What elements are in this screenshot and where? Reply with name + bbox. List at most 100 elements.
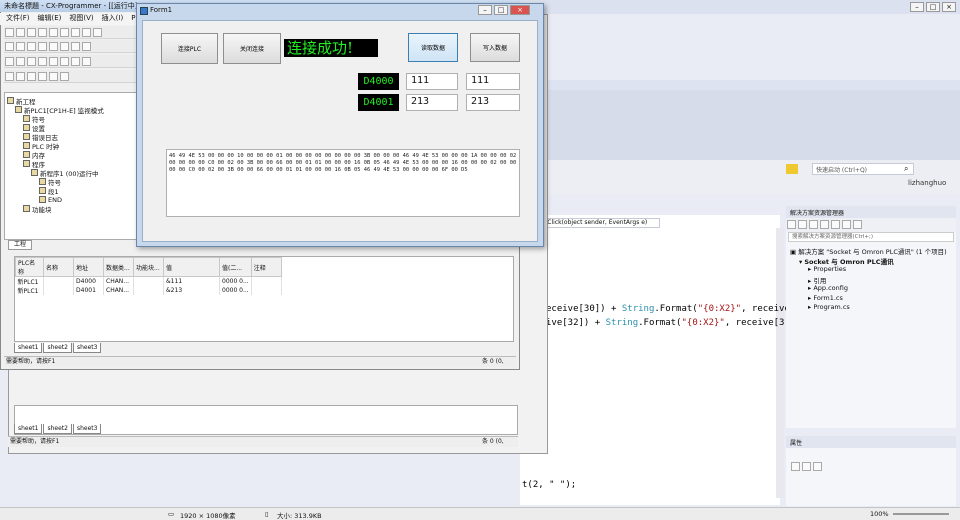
watch-column-header[interactable]: 名称 xyxy=(43,257,74,277)
menu-view[interactable]: 视图(V) xyxy=(69,13,93,25)
print-icon[interactable] xyxy=(38,28,47,37)
tree-item[interactable]: 设置 xyxy=(7,123,135,133)
watch-column-header[interactable]: 值 xyxy=(163,257,220,277)
tree-item[interactable]: 段1 xyxy=(7,186,135,196)
write-value-d4001[interactable]: 213 xyxy=(466,94,520,111)
monitor-icon[interactable] xyxy=(49,42,58,51)
menu-file[interactable]: 文件(F) xyxy=(6,13,30,25)
minimize-icon[interactable]: – xyxy=(478,5,492,15)
paste-icon[interactable] xyxy=(71,28,80,37)
copy-icon[interactable] xyxy=(60,28,69,37)
close-icon[interactable]: × xyxy=(510,5,530,15)
back-icon[interactable] xyxy=(787,220,796,229)
filter-icon[interactable] xyxy=(786,164,798,174)
zoom-text[interactable]: 100% xyxy=(870,510,889,518)
new-icon[interactable] xyxy=(5,28,14,37)
sheet-tab[interactable]: sheet2 xyxy=(43,424,72,434)
solution-item[interactable]: ▸ Program.cs xyxy=(790,303,954,313)
transfer-icon[interactable] xyxy=(16,57,25,66)
categorized-icon[interactable] xyxy=(791,462,800,471)
close-connection-button[interactable]: 关闭连接 xyxy=(223,33,281,64)
home-icon[interactable] xyxy=(809,220,818,229)
tree-item[interactable]: 内存 xyxy=(7,150,135,160)
sheet-tab[interactable]: sheet1 xyxy=(14,343,43,353)
quick-launch-input[interactable]: 快速启动 (Ctrl+Q) xyxy=(812,163,914,175)
zoom-out-icon[interactable] xyxy=(16,42,25,51)
tab-project[interactable]: 工程 xyxy=(8,240,32,250)
solution-item[interactable]: ▣ 解决方案 "Socket 与 Omron PLC通讯" (1 个项目) xyxy=(790,246,954,256)
tree-item[interactable]: 错误日志 xyxy=(7,132,135,142)
redo-icon[interactable] xyxy=(93,28,102,37)
line-icon[interactable] xyxy=(27,72,36,81)
contact-icon[interactable] xyxy=(5,72,14,81)
delete-icon[interactable] xyxy=(60,72,69,81)
editor-scrollbar[interactable] xyxy=(776,228,784,498)
solution-item[interactable]: ▸ Form1.cs xyxy=(790,294,954,304)
list-icon[interactable] xyxy=(71,42,80,51)
cut-icon[interactable] xyxy=(49,28,58,37)
read-value-d4000[interactable]: 111 xyxy=(406,73,458,90)
sheet-tab[interactable]: sheet2 xyxy=(43,343,72,353)
tree-item[interactable]: 符号 xyxy=(7,177,135,187)
watch-column-header[interactable]: 值(二... xyxy=(219,257,252,277)
coil-icon[interactable] xyxy=(16,72,25,81)
solution-item[interactable]: ▸ App.config xyxy=(790,284,954,294)
code-editor[interactable] xyxy=(520,215,780,505)
menu-insert[interactable]: 插入(I) xyxy=(102,13,124,25)
method-dropdown[interactable]: on4_Click(object sender, EventArgs e) xyxy=(530,218,660,228)
edit-rung-icon[interactable] xyxy=(49,72,58,81)
close-icon[interactable]: × xyxy=(942,2,956,12)
read-data-button[interactable]: 读取数据 xyxy=(408,33,458,62)
help-icon[interactable] xyxy=(82,57,91,66)
grid-icon[interactable] xyxy=(38,42,47,51)
solution-search-input[interactable]: 搜索解决方案资源管理器(Ctrl+;) xyxy=(788,232,954,242)
undo-icon[interactable] xyxy=(82,28,91,37)
instruction-icon[interactable] xyxy=(38,72,47,81)
run-icon[interactable] xyxy=(49,57,58,66)
menu-edit[interactable]: 编辑(E) xyxy=(38,13,62,25)
collapse-icon[interactable] xyxy=(842,220,851,229)
forward-icon[interactable] xyxy=(798,220,807,229)
user-name[interactable]: lizhanghuo xyxy=(908,179,946,187)
solution-item[interactable]: ▸ Properties xyxy=(790,265,954,275)
watch-row[interactable]: 新PLC1 D4001 CHAN... &213 0000 0... xyxy=(15,286,282,295)
minimize-icon[interactable]: – xyxy=(910,2,924,12)
project-tree[interactable]: 新工程 新PLC1[CP1H-E] 监视模式 符号 设置 错误日志 PLC 时钟 内存 程序新… xyxy=(4,92,138,240)
zoom-icon[interactable] xyxy=(5,42,14,51)
properties-icon[interactable] xyxy=(853,220,862,229)
zoom-slider[interactable] xyxy=(893,513,949,515)
alphabetical-icon[interactable] xyxy=(802,462,811,471)
compare-icon[interactable] xyxy=(27,57,36,66)
save-icon[interactable] xyxy=(27,28,36,37)
watch-column-header[interactable]: PLC名称 xyxy=(15,257,44,277)
tree-item[interactable]: 新程序1 (00)运行中 xyxy=(7,168,135,178)
hex-log-textbox[interactable]: 46 49 4E 53 00 00 00 10 00 00 00 01 00 0… xyxy=(166,149,520,217)
watch-row[interactable]: 新PLC1 D4000 CHAN... &111 0000 0... xyxy=(15,276,282,286)
watch-column-header[interactable]: 功能块... xyxy=(133,257,164,277)
find-icon[interactable] xyxy=(27,42,36,51)
tree-item[interactable]: 功能块 xyxy=(7,204,135,214)
watch-column-header[interactable]: 地址 xyxy=(73,257,104,277)
read-value-d4001[interactable]: 213 xyxy=(406,94,458,111)
write-data-button[interactable]: 写入数据 xyxy=(470,33,520,62)
connect-plc-button[interactable]: 连接PLC xyxy=(161,33,218,64)
tree-item[interactable]: 符号 xyxy=(7,114,135,124)
online-icon[interactable] xyxy=(5,57,14,66)
table-icon[interactable] xyxy=(60,42,69,51)
sheet-tab[interactable]: sheet3 xyxy=(72,343,102,353)
maximize-icon[interactable]: □ xyxy=(926,2,940,12)
tree-item[interactable]: END xyxy=(7,195,135,204)
refresh-icon[interactable] xyxy=(831,220,840,229)
compile-icon[interactable] xyxy=(71,57,80,66)
tree-item[interactable]: PLC 时钟 xyxy=(7,141,135,151)
wrench-icon[interactable] xyxy=(813,462,822,471)
tree-item[interactable]: 新PLC1[CP1H-E] 监视模式 xyxy=(7,105,135,115)
maximize-icon[interactable]: □ xyxy=(494,5,508,15)
stop-icon[interactable] xyxy=(60,57,69,66)
sync-icon[interactable] xyxy=(820,220,829,229)
solution-item[interactable]: ▸ 引用 xyxy=(790,275,954,285)
sheet-tab[interactable]: sheet1 xyxy=(14,424,43,434)
sheet-tab[interactable]: sheet3 xyxy=(72,424,102,434)
solution-item[interactable]: ▾ Socket 与 Omron PLC通讯 xyxy=(790,256,954,266)
write-value-d4000[interactable]: 111 xyxy=(466,73,520,90)
